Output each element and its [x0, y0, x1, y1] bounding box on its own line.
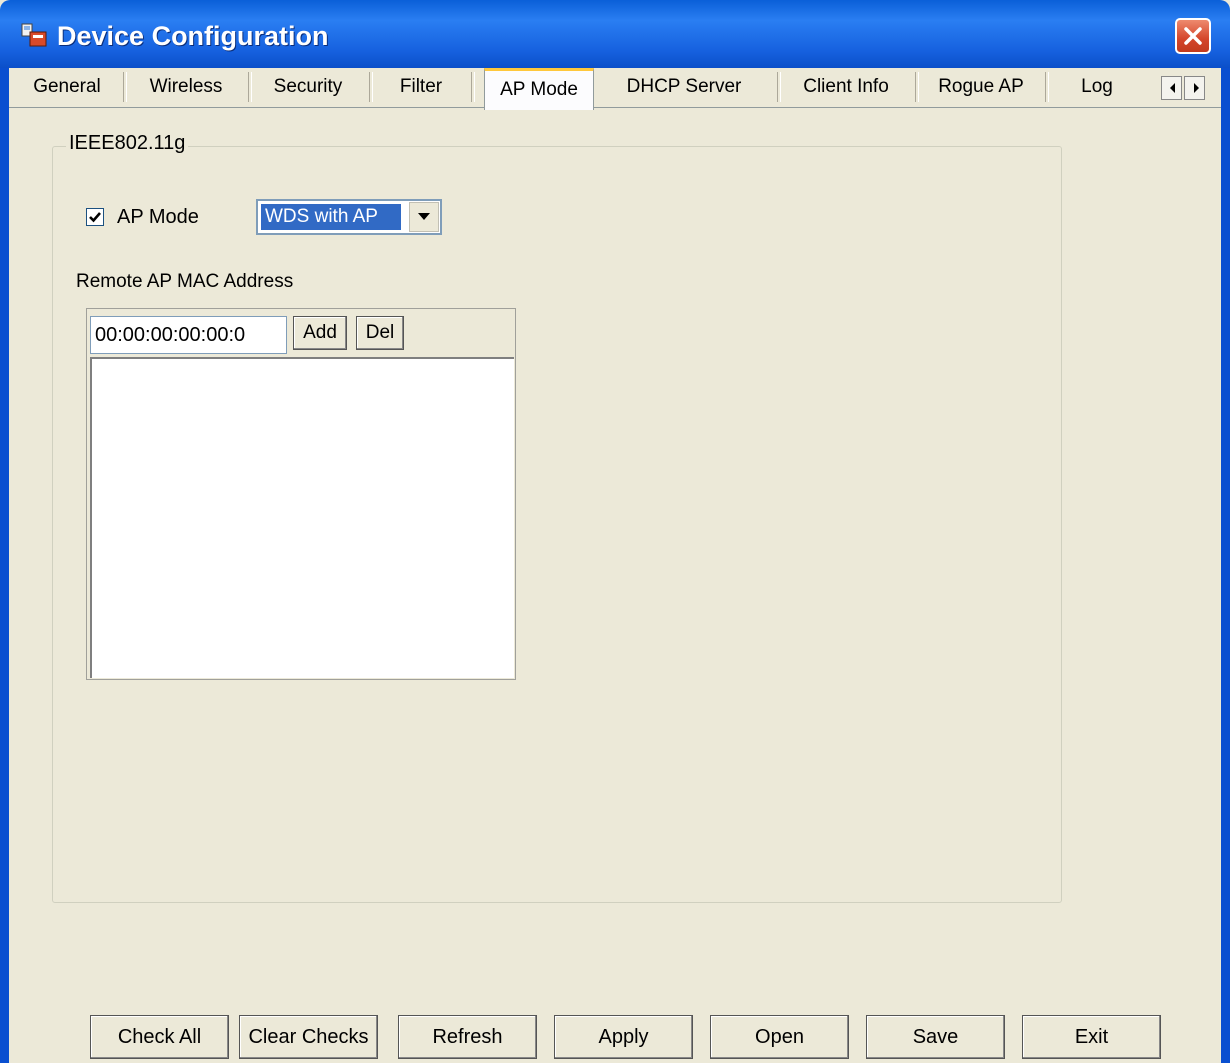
- tab-dhcp-server[interactable]: DHCP Server: [603, 69, 765, 106]
- ap-mode-checkbox[interactable]: [86, 208, 104, 226]
- chevron-down-icon: [418, 213, 430, 220]
- arrow-left-icon: [1170, 83, 1175, 93]
- tab-general[interactable]: General: [15, 69, 119, 106]
- arrow-right-icon: [1194, 83, 1199, 93]
- tab-panel-border: [9, 107, 1221, 108]
- window-frame-left: [0, 68, 9, 1063]
- close-button[interactable]: [1175, 18, 1211, 54]
- window-frame-right: [1221, 68, 1230, 1063]
- mac-address-input[interactable]: 00:00:00:00:00:0: [90, 316, 287, 354]
- save-button[interactable]: Save: [866, 1015, 1005, 1059]
- tab-scroll-left-button[interactable]: [1161, 76, 1182, 100]
- del-button[interactable]: Del: [356, 316, 404, 350]
- tab-filter[interactable]: Filter: [373, 69, 469, 106]
- tab-log[interactable]: Log: [1049, 69, 1145, 106]
- close-icon: [1184, 27, 1202, 45]
- remote-ap-mac-label: Remote AP MAC Address: [76, 271, 294, 292]
- tab-client-info[interactable]: Client Info: [781, 69, 911, 106]
- tab-scroll-buttons: [1161, 76, 1207, 100]
- tab-ap-mode[interactable]: AP Mode: [484, 68, 594, 110]
- ap-mode-select[interactable]: WDS with AP: [256, 199, 442, 235]
- tab-wireless[interactable]: Wireless: [127, 69, 245, 106]
- refresh-button[interactable]: Refresh: [398, 1015, 537, 1059]
- tab-separator: [471, 72, 475, 102]
- tab-strip: General Wireless Security Filter AP Mode…: [9, 68, 1221, 110]
- remote-mac-list[interactable]: [90, 357, 514, 678]
- device-config-icon: [20, 22, 48, 48]
- ap-mode-dropdown-button[interactable]: [409, 202, 439, 232]
- apply-button[interactable]: Apply: [554, 1015, 693, 1059]
- check-all-button[interactable]: Check All: [90, 1015, 229, 1059]
- window-title: Device Configuration: [57, 21, 329, 51]
- clear-checks-button[interactable]: Clear Checks: [239, 1015, 378, 1059]
- device-configuration-window: Device Configuration General Wireless Se…: [0, 0, 1230, 1063]
- title-bar[interactable]: Device Configuration: [0, 0, 1230, 68]
- groupbox-label: IEEE802.11g: [66, 132, 189, 155]
- ap-mode-label: AP Mode: [117, 206, 199, 228]
- open-button[interactable]: Open: [710, 1015, 849, 1059]
- tab-scroll-right-button[interactable]: [1184, 76, 1205, 100]
- exit-button[interactable]: Exit: [1022, 1015, 1161, 1059]
- checkmark-icon: [89, 212, 101, 223]
- add-button[interactable]: Add: [293, 316, 347, 350]
- tab-security[interactable]: Security: [252, 69, 364, 106]
- ap-mode-selected-value: WDS with AP: [261, 204, 401, 230]
- tab-rogue-ap[interactable]: Rogue AP: [919, 69, 1043, 106]
